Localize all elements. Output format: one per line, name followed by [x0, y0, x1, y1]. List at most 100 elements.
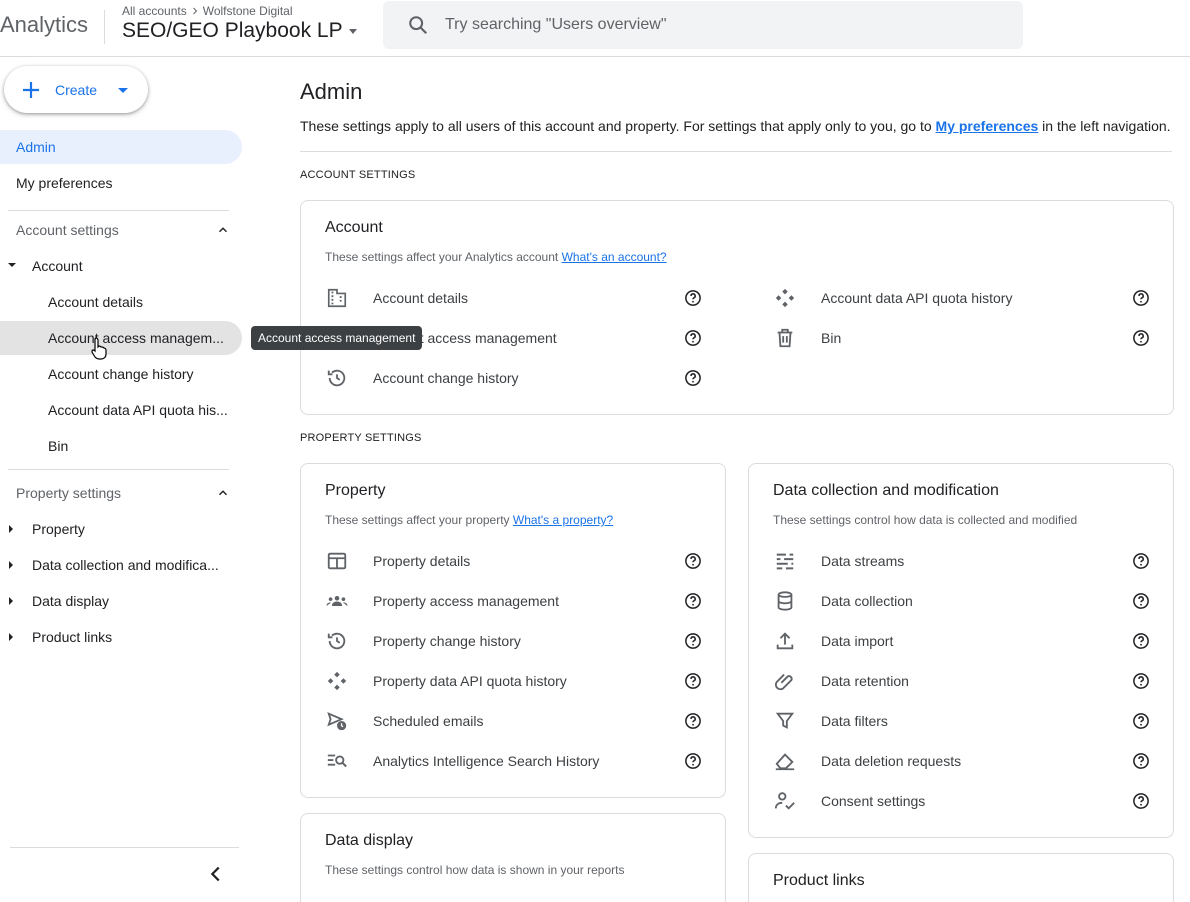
left-sidebar: Create Admin My preferences Account sett… — [0, 57, 250, 902]
top-header: Analytics All accounts Wolfstone Digital… — [0, 0, 1190, 57]
help-icon[interactable] — [684, 369, 702, 387]
card-title: Product links — [773, 872, 865, 889]
section-label: Property settings — [16, 485, 122, 501]
building-icon — [325, 286, 349, 310]
property-data-api-quota-row[interactable]: Property data API quota history — [325, 661, 702, 701]
sidebar-item-account-change-history[interactable]: Account change history — [0, 357, 242, 391]
data-filters-row[interactable]: Data filters — [773, 701, 1150, 741]
caret-down-icon — [348, 29, 357, 34]
sidebar-item-account[interactable]: Account — [0, 249, 242, 283]
breadcrumb: All accounts Wolfstone Digital — [122, 4, 293, 18]
sidebar-item-label: Admin — [16, 139, 56, 155]
card-title: Property — [325, 482, 386, 499]
desc-text: in the left navigation. — [1038, 118, 1171, 134]
sidebar-item-data-collection[interactable]: Data collection and modifica... — [0, 548, 242, 582]
sidebar-item-bin[interactable]: Bin — [0, 429, 242, 463]
help-icon[interactable] — [684, 329, 702, 347]
my-preferences-link[interactable]: My preferences — [936, 118, 1039, 134]
triangle-right-icon — [9, 633, 13, 641]
sidebar-item-label: Account details — [48, 294, 143, 310]
data-streams-row[interactable]: Data streams — [773, 541, 1150, 581]
sidebar-item-label: My preferences — [16, 175, 113, 191]
help-icon[interactable] — [684, 592, 702, 610]
triangle-right-icon — [9, 525, 13, 533]
help-icon[interactable] — [1132, 592, 1150, 610]
whats-an-account-link[interactable]: What's an account? — [562, 250, 667, 264]
upload-icon — [773, 629, 797, 653]
account-card: Account These settings affect your Analy… — [300, 200, 1174, 415]
card-subtitle: These settings affect your Analytics acc… — [325, 250, 667, 264]
data-deletion-requests-row[interactable]: Data deletion requests — [773, 741, 1150, 781]
sidebar-item-admin[interactable]: Admin — [0, 130, 242, 164]
property-details-row[interactable]: Property details — [325, 541, 702, 581]
triangle-down-icon — [8, 263, 16, 267]
help-icon[interactable] — [1132, 672, 1150, 690]
sidebar-item-label: Property — [32, 521, 85, 537]
row-label: Data import — [821, 633, 894, 649]
collapse-sidebar-button[interactable] — [205, 863, 227, 885]
sidebar-item-my-preferences[interactable]: My preferences — [0, 166, 242, 200]
help-icon[interactable] — [684, 752, 702, 770]
data-collection-row[interactable]: Data collection — [773, 581, 1150, 621]
sidebar-item-account-access-management[interactable]: Account access managem... — [0, 321, 242, 355]
property-access-management-row[interactable]: Property access management — [325, 581, 702, 621]
group-icon — [325, 589, 349, 613]
help-icon[interactable] — [684, 632, 702, 650]
card-subtitle-text: These settings affect your property — [325, 513, 513, 527]
help-icon[interactable] — [684, 289, 702, 307]
sidebar-item-label: Data display — [32, 593, 110, 609]
row-label: Scheduled emails — [373, 713, 484, 729]
sidebar-item-property[interactable]: Property — [0, 512, 242, 546]
sidebar-section-property-settings[interactable]: Property settings — [16, 485, 230, 501]
account-data-api-quota-row[interactable]: Account data API quota history — [773, 278, 1150, 318]
help-icon[interactable] — [1132, 752, 1150, 770]
help-icon[interactable] — [1132, 329, 1150, 347]
sidebar-item-product-links[interactable]: Product links — [0, 620, 242, 654]
help-icon[interactable] — [684, 672, 702, 690]
chevron-left-icon — [210, 866, 220, 882]
data-collection-card: Data collection and modification These s… — [748, 463, 1174, 838]
history-icon — [325, 629, 349, 653]
search-input[interactable] — [445, 16, 985, 34]
sidebar-item-label: Bin — [48, 438, 69, 454]
property-name: SEO/GEO Playbook LP — [122, 19, 343, 42]
row-label: Data filters — [821, 713, 888, 729]
sidebar-divider — [8, 469, 229, 470]
row-label: Analytics Intelligence Search History — [373, 753, 600, 769]
account-change-history-row[interactable]: Account change history — [325, 358, 702, 398]
person-check-icon — [773, 789, 797, 813]
help-icon[interactable] — [1132, 632, 1150, 650]
analytics-intelligence-search-history-row[interactable]: Analytics Intelligence Search History — [325, 741, 702, 781]
create-button[interactable]: Create — [4, 66, 148, 113]
consent-settings-row[interactable]: Consent settings — [773, 781, 1150, 821]
search-bar[interactable] — [383, 1, 1023, 49]
row-label: Data streams — [821, 553, 905, 569]
sidebar-item-account-details[interactable]: Account details — [0, 285, 242, 319]
data-display-card: Data display These settings control how … — [300, 813, 726, 902]
scheduled-emails-row[interactable]: Scheduled emails — [325, 701, 702, 741]
property-change-history-row[interactable]: Property change history — [325, 621, 702, 661]
app-name[interactable]: Analytics — [0, 12, 88, 38]
whats-a-property-link[interactable]: What's a property? — [513, 513, 613, 527]
help-icon[interactable] — [1132, 712, 1150, 730]
help-icon[interactable] — [684, 712, 702, 730]
bin-row[interactable]: Bin — [773, 318, 1150, 358]
triangle-right-icon — [9, 597, 13, 605]
property-picker[interactable]: SEO/GEO Playbook LP — [122, 19, 359, 43]
account-details-row[interactable]: Account details — [325, 278, 702, 318]
data-retention-row[interactable]: Data retention — [773, 661, 1150, 701]
help-icon[interactable] — [1132, 792, 1150, 810]
sidebar-item-account-data-api-quota[interactable]: Account data API quota his... — [0, 393, 242, 427]
help-icon[interactable] — [684, 552, 702, 570]
data-import-row[interactable]: Data import — [773, 621, 1150, 661]
sidebar-item-data-display[interactable]: Data display — [0, 584, 242, 618]
sidebar-divider — [10, 847, 239, 848]
help-icon[interactable] — [1132, 552, 1150, 570]
help-icon[interactable] — [1132, 289, 1150, 307]
row-label: Data deletion requests — [821, 753, 962, 769]
breadcrumb-all-accounts[interactable]: All accounts — [122, 4, 187, 18]
sidebar-section-account-settings[interactable]: Account settings — [16, 222, 230, 238]
breadcrumb-account[interactable]: Wolfstone Digital — [203, 4, 293, 18]
chevron-up-icon — [219, 227, 227, 233]
card-title: Data collection and modification — [773, 482, 999, 499]
